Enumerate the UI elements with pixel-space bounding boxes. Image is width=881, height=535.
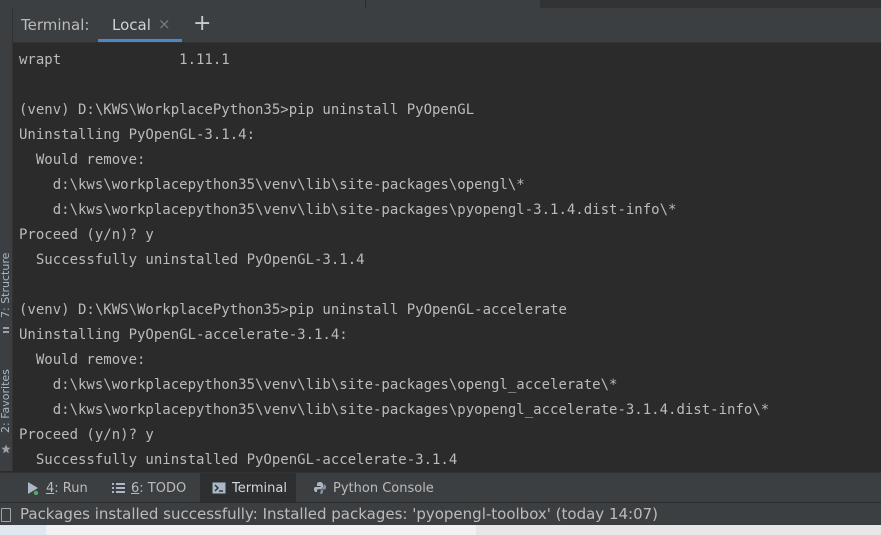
python-console-icon bbox=[313, 481, 327, 495]
terminal-line: Proceed (y/n)? y bbox=[19, 227, 154, 243]
tab-local-label: Local bbox=[112, 16, 151, 34]
status-bar: Packages installed successfully: Install… bbox=[0, 502, 881, 526]
add-tab-button[interactable]: + bbox=[193, 11, 211, 36]
star-icon bbox=[1, 444, 11, 454]
terminal-line: Successfully uninstalled PyOpenGL-3.1.4 bbox=[19, 252, 365, 268]
favorites-tool-button[interactable]: 2: Favorites bbox=[0, 369, 12, 433]
structure-icon bbox=[3, 327, 9, 333]
terminal-line: Successfully uninstalled PyOpenGL-accele… bbox=[19, 452, 458, 468]
terminal-tool-button[interactable]: Terminal bbox=[200, 473, 296, 503]
terminal-line: d:\kws\workplacepython35\venv\lib\site-p… bbox=[19, 402, 770, 418]
left-tool-stripe: 7: Structure 2: Favorites bbox=[0, 8, 13, 471]
python-console-tool-button[interactable]: Python Console bbox=[313, 473, 434, 503]
terminal-icon bbox=[212, 482, 226, 494]
terminal-line: d:\kws\workplacepython35\venv\lib\site-p… bbox=[19, 377, 618, 393]
editor-tab-strip bbox=[0, 0, 881, 8]
tool-window-bar: 4: Run 6: TODO Terminal Python Console bbox=[0, 472, 881, 503]
run-tool-button[interactable]: 4: Run bbox=[26, 473, 88, 503]
terminal-line: wrapt 1.11.1 bbox=[19, 52, 230, 68]
event-log-icon[interactable] bbox=[1, 508, 11, 522]
terminal-title: Terminal: bbox=[21, 16, 90, 34]
terminal-line: Would remove: bbox=[19, 352, 146, 368]
tab-local[interactable]: Local × bbox=[98, 8, 182, 42]
todo-tool-button[interactable]: 6: TODO bbox=[112, 473, 186, 503]
terminal-line: Proceed (y/n)? y bbox=[19, 427, 154, 443]
terminal-line: d:\kws\workplacepython35\venv\lib\site-p… bbox=[19, 177, 525, 193]
todo-list-icon bbox=[112, 482, 125, 494]
terminal-line: Uninstalling PyOpenGL-accelerate-3.1.4: bbox=[19, 327, 348, 343]
close-icon[interactable]: × bbox=[158, 15, 171, 33]
terminal-lines: wrapt 1.11.1 (venv) D:\KWS\WorkplacePyth… bbox=[19, 48, 769, 471]
structure-tool-button[interactable]: 7: Structure bbox=[0, 253, 12, 318]
editor-tab-strip-right bbox=[540, 0, 881, 8]
terminal-line: Uninstalling PyOpenGL-3.1.4: bbox=[19, 127, 256, 143]
terminal-tool-label: Terminal bbox=[232, 480, 287, 496]
todo-tool-label: : TODO bbox=[139, 480, 187, 496]
run-icon bbox=[26, 481, 40, 495]
terminal-output[interactable]: wrapt 1.11.1 (venv) D:\KWS\WorkplacePyth… bbox=[13, 43, 881, 471]
taskbar-strip bbox=[0, 525, 881, 535]
taskbar-segment-right bbox=[476, 525, 881, 535]
active-tab-indicator bbox=[98, 39, 182, 42]
terminal-line: d:\kws\workplacepython35\venv\lib\site-p… bbox=[19, 202, 677, 218]
python-console-tool-label: Python Console bbox=[333, 480, 434, 496]
editor-tab-strip-left bbox=[0, 0, 366, 8]
terminal-line: (venv) D:\KWS\WorkplacePython35>pip unin… bbox=[19, 302, 567, 318]
status-message[interactable]: Packages installed successfully: Install… bbox=[20, 505, 658, 523]
run-tool-label: : Run bbox=[54, 480, 88, 496]
terminal-tabbar: Terminal: Local × + bbox=[13, 8, 881, 43]
run-tool-number: 4 bbox=[46, 480, 55, 496]
todo-tool-number: 6 bbox=[131, 480, 140, 496]
terminal-line: (venv) D:\KWS\WorkplacePython35>pip unin… bbox=[19, 102, 475, 118]
taskbar-segment-left bbox=[0, 525, 46, 535]
terminal-line: Would remove: bbox=[19, 152, 146, 168]
